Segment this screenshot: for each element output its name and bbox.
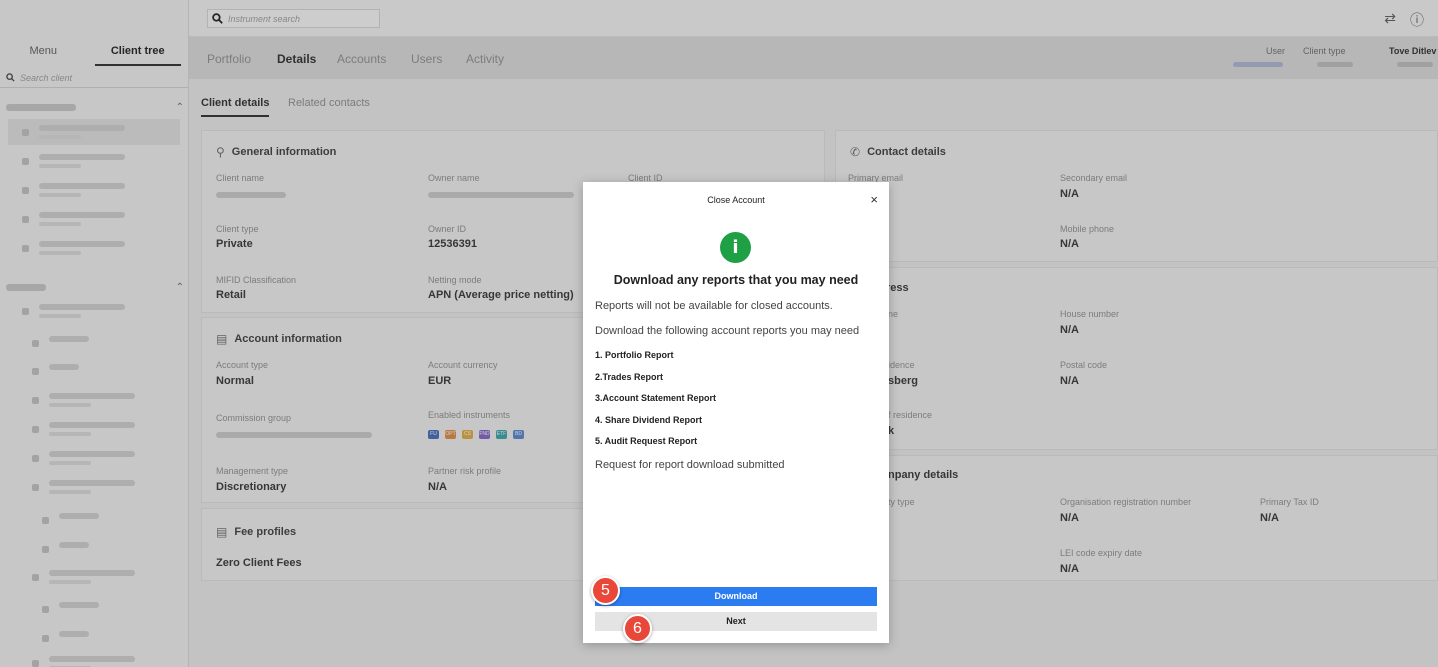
modal-title: Close Account [707,195,765,205]
report-item: 4. Share Dividend Report [595,415,703,425]
download-button[interactable]: Download [595,587,877,606]
step-marker-5: 5 [591,576,620,605]
report-item: 2.Trades Report [595,372,664,382]
report-item: 1. Portfolio Report [595,350,674,360]
report-request-status: Request for report download submitted [595,459,785,471]
info-icon: i [720,232,751,263]
modal-line-download-reports: Download the following account reports y… [595,325,860,337]
report-item: 3.Account Statement Report [595,393,717,403]
close-icon[interactable]: × [870,192,878,207]
modal-line-reports-unavailable: Reports will not be available for closed… [595,300,833,312]
close-account-modal: Close Account × i Download any reports t… [583,182,889,643]
step-marker-6: 6 [623,614,652,643]
modal-heading: Download any reports that you may need [613,273,859,287]
report-item: 5. Audit Request Report [595,436,698,446]
